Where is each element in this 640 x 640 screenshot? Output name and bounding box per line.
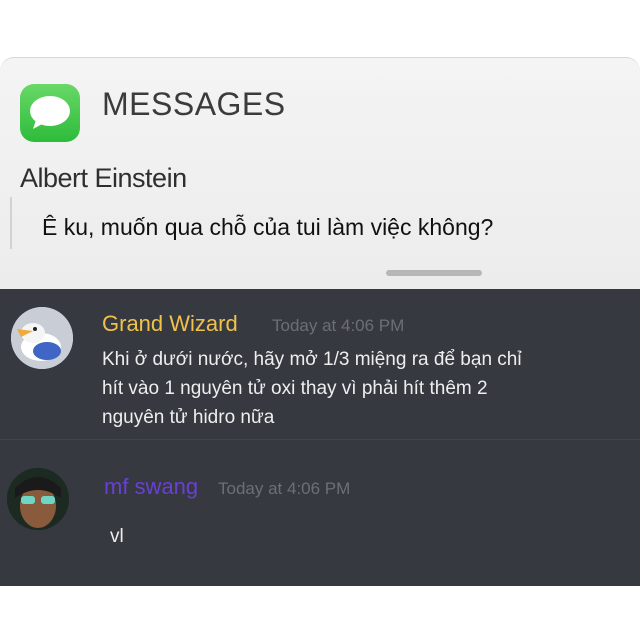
chat-panel: Grand Wizard Today at 4:06 PM Khi ở dưới… <box>0 289 640 586</box>
message-line: hít vào 1 nguyên tử oxi thay vì phải hít… <box>102 378 488 399</box>
message-line: vl <box>110 526 124 547</box>
messages-app-icon <box>20 84 80 142</box>
app-name: MESSAGES <box>102 86 286 122</box>
notification-text: Ê ku, muốn qua chỗ của tui làm việc khôn… <box>42 214 494 240</box>
avatar-grand-wizard[interactable] <box>11 307 73 369</box>
username[interactable]: mf swang <box>104 474 198 500</box>
notification-grabber-handle[interactable] <box>386 270 482 276</box>
chat-message: mf swang Today at 4:06 PM vl <box>0 440 640 586</box>
notification-sender: Albert Einstein <box>20 163 187 193</box>
username[interactable]: Grand Wizard <box>102 311 238 337</box>
chat-message: Grand Wizard Today at 4:06 PM Khi ở dưới… <box>0 289 640 439</box>
message-notification[interactable]: MESSAGES Albert Einstein Ê ku, muốn qua … <box>0 57 640 290</box>
message-line: nguyên tử hidro nữa <box>102 407 275 428</box>
timestamp: Today at 4:06 PM <box>218 479 351 498</box>
message-body: Khi ở dưới nước, hãy mở 1/3 miệng ra để … <box>102 345 622 432</box>
message-body: vl <box>110 522 124 551</box>
timestamp: Today at 4:06 PM <box>272 316 405 335</box>
text-indent-bar <box>10 197 12 249</box>
message-line: Khi ở dưới nước, hãy mở 1/3 miệng ra để … <box>102 349 522 370</box>
avatar-mf-swang[interactable] <box>7 468 69 530</box>
bottom-margin <box>0 586 640 640</box>
